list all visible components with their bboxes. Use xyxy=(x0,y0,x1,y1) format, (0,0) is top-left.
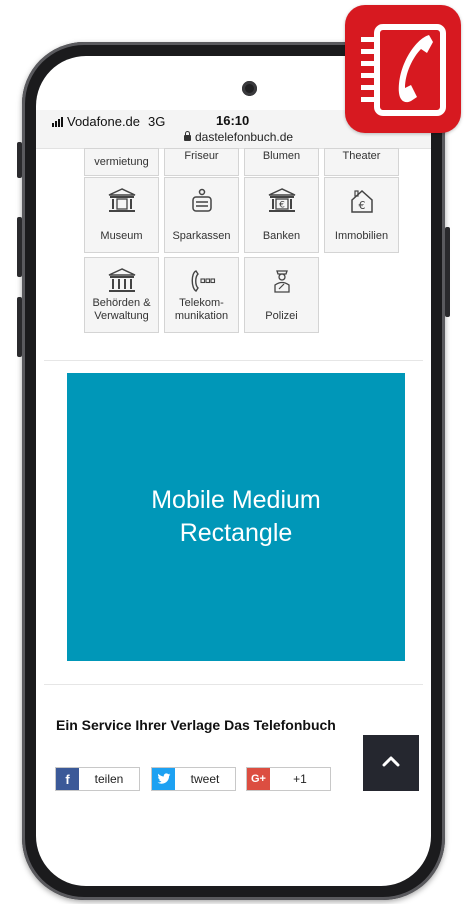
carrier-info: Vodafone.de 3G xyxy=(52,114,165,129)
category-label: vermietung xyxy=(94,156,149,168)
phone-icon xyxy=(187,268,217,294)
museum-icon xyxy=(107,188,137,214)
category-label: Polizei xyxy=(265,310,298,322)
phone-frame: Vodafone.de 3G 16:10 dastelefonbuch.de v… xyxy=(17,42,450,900)
volume-up-button xyxy=(17,217,22,277)
das-telefonbuch-logo xyxy=(345,5,461,133)
front-camera xyxy=(242,81,257,96)
phone-screen: Vodafone.de 3G 16:10 dastelefonbuch.de v… xyxy=(36,56,431,886)
url-text: dastelefonbuch.de xyxy=(195,130,294,144)
facebook-share-button[interactable]: f teilen xyxy=(55,767,140,791)
phone-book-icon xyxy=(361,24,446,116)
svg-text:€: € xyxy=(279,201,285,211)
category-label: Friseur xyxy=(184,150,219,162)
service-title: Ein Service Ihrer Verlage Das Telefonbuc… xyxy=(56,717,336,733)
category-label: Telekom- munikation xyxy=(174,297,229,322)
category-tile-museum[interactable]: Museum xyxy=(84,177,159,253)
category-tile-behoerden[interactable]: Behörden & Verwaltung xyxy=(84,257,159,333)
ad-banner[interactable]: Mobile Medium Rectangle xyxy=(67,373,405,661)
category-label: Banken xyxy=(262,230,301,242)
bank-icon: € xyxy=(267,188,297,214)
section-divider xyxy=(44,684,423,685)
category-tile-telekommunikation[interactable]: Telekom- munikation xyxy=(164,257,239,333)
section-divider xyxy=(44,360,423,361)
address-bar[interactable]: dastelefonbuch.de xyxy=(184,130,293,144)
scroll-to-top-button[interactable] xyxy=(363,735,419,791)
category-label: Behörden & Verwaltung xyxy=(92,297,151,322)
savings-bank-icon xyxy=(187,188,217,214)
house-euro-icon: € xyxy=(347,188,377,214)
category-label: Blumen xyxy=(262,150,301,162)
category-tile-theater[interactable]: Theater xyxy=(324,148,399,176)
category-tile-vermietung[interactable]: vermietung xyxy=(84,148,159,176)
government-building-icon xyxy=(107,268,137,294)
network-type: 3G xyxy=(148,114,166,129)
category-tile-blumen[interactable]: Blumen xyxy=(244,148,319,176)
category-tile-banken[interactable]: € Banken xyxy=(244,177,319,253)
power-button xyxy=(445,227,450,317)
facebook-icon: f xyxy=(56,768,79,790)
category-tile-polizei[interactable]: Polizei xyxy=(244,257,319,333)
twitter-share-button[interactable]: tweet xyxy=(151,767,236,791)
svg-text:€: € xyxy=(358,199,365,212)
category-label: Immobilien xyxy=(334,230,389,242)
category-tile-sparkassen[interactable]: Sparkassen xyxy=(164,177,239,253)
category-tile-friseur[interactable]: Friseur xyxy=(164,148,239,176)
police-officer-icon xyxy=(267,268,297,294)
signal-icon xyxy=(52,116,64,127)
google-plus-share-button[interactable]: G+ +1 xyxy=(246,767,331,791)
carrier-name: Vodafone.de xyxy=(67,114,141,129)
ad-text: Mobile Medium Rectangle xyxy=(151,486,321,547)
lock-icon xyxy=(184,131,191,141)
chevron-up-icon xyxy=(381,754,401,773)
mute-switch xyxy=(17,142,22,178)
share-label: teilen xyxy=(94,772,124,786)
share-label: tweet xyxy=(190,772,220,786)
category-label: Museum xyxy=(100,230,143,242)
status-time: 16:10 xyxy=(216,113,250,128)
volume-down-button xyxy=(17,297,22,357)
google-plus-icon: G+ xyxy=(247,768,270,790)
category-label: Sparkassen xyxy=(172,230,231,242)
category-tile-immobilien[interactable]: € Immobilien xyxy=(324,177,399,253)
category-label: Theater xyxy=(342,150,381,162)
share-label: +1 xyxy=(293,772,307,786)
twitter-icon xyxy=(152,768,175,790)
